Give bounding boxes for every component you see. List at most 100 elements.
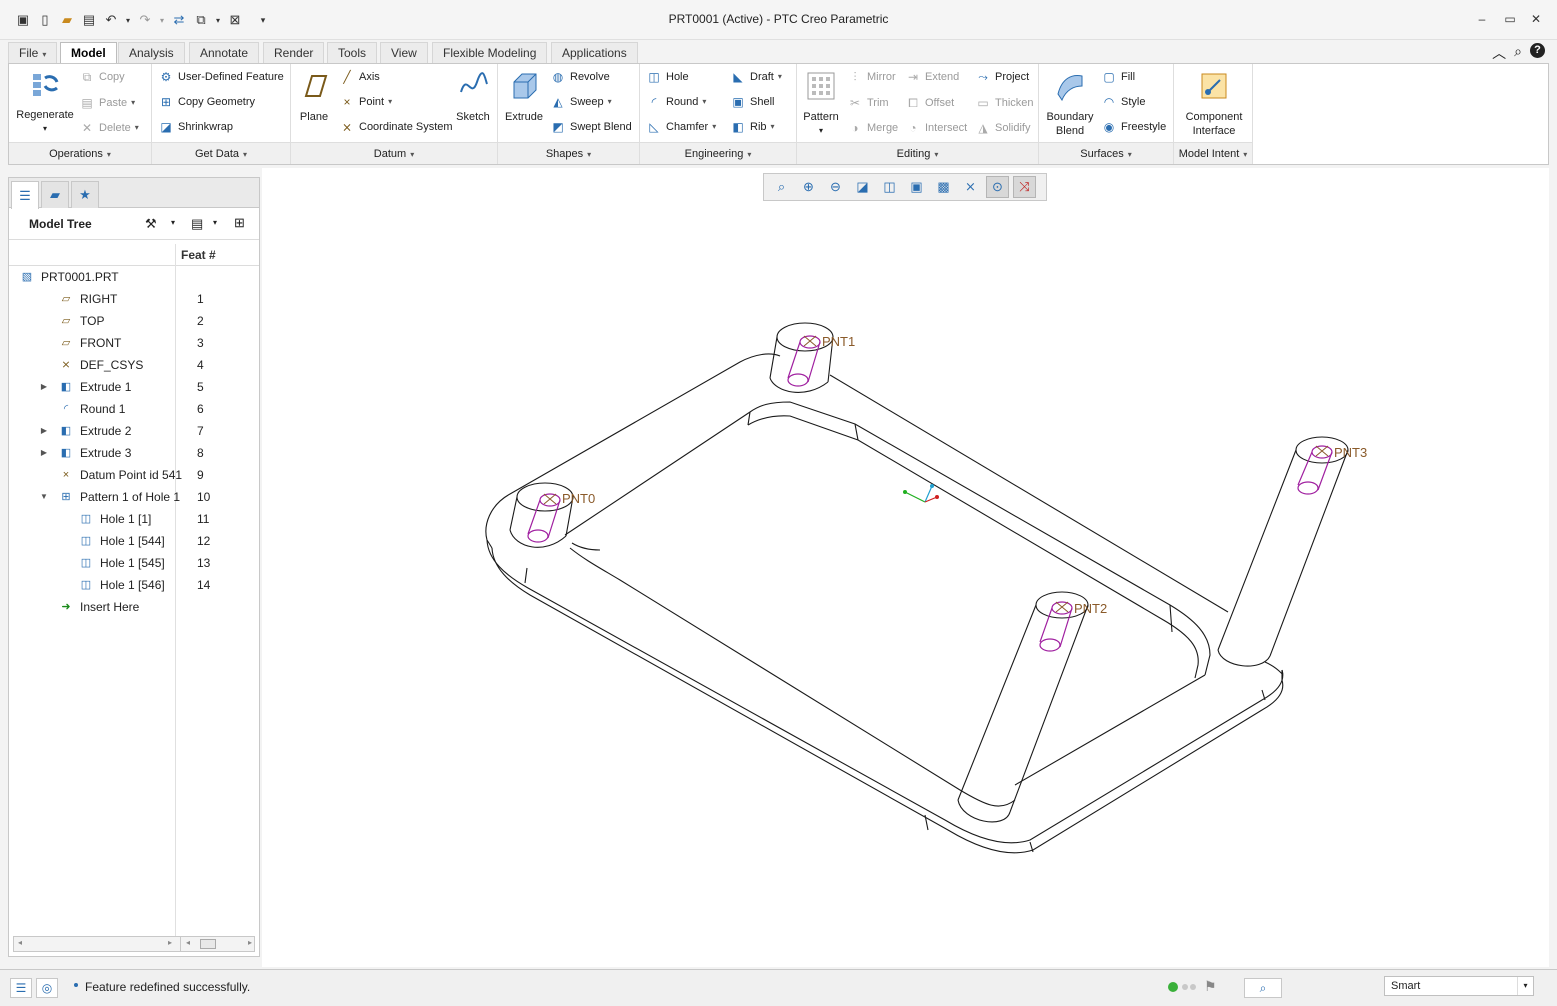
flag-icon[interactable]: ⚑ — [1204, 978, 1217, 995]
regenerate-button[interactable]: Regenerate ▾ — [13, 68, 77, 136]
copy-geometry-button[interactable]: ⊞ Copy Geometry — [158, 93, 255, 111]
display-style-icon[interactable]: ◫ — [878, 176, 901, 198]
copy-button[interactable]: ⧉ Copy — [79, 68, 125, 86]
tree-row[interactable]: ▼ ⊞ Pattern 1 of Hole 1 10 — [9, 486, 259, 508]
project-button[interactable]: ⤳ Project — [975, 68, 1029, 86]
trim-button[interactable]: ✂ Trim — [847, 94, 889, 112]
paste-button[interactable]: ▤ Paste ▾ — [79, 94, 135, 112]
group-datum-label[interactable]: Datum ▾ — [291, 142, 497, 164]
zoom-in-icon[interactable]: ⊕ — [797, 176, 820, 198]
refit-icon[interactable]: ⌕ — [770, 176, 793, 198]
col-feat-number[interactable]: Feat # — [181, 248, 216, 262]
group-shapes-label[interactable]: Shapes ▾ — [498, 142, 639, 164]
label-pnt2[interactable]: PNT2 — [1074, 601, 1107, 616]
round-button[interactable]: ◜ Round ▾ — [646, 93, 707, 111]
tree-columns-dropdown-icon[interactable]: ▾ — [213, 218, 217, 227]
swept-blend-button[interactable]: ◩ Swept Blend — [550, 118, 631, 136]
revolve-button[interactable]: ◍ Revolve — [550, 68, 610, 86]
group-model-intent-label[interactable]: Model Intent ▾ — [1174, 142, 1252, 164]
fill-button[interactable]: ▢ Fill — [1101, 68, 1135, 86]
axis-button[interactable]: ╱ Axis — [339, 68, 379, 86]
tree-row[interactable]: ◫ Hole 1 [546] 14 — [9, 574, 259, 596]
group-engineering-label[interactable]: Engineering ▾ — [640, 142, 796, 164]
model-view[interactable]: PNT0 PNT1 PNT2 PNT3 — [262, 168, 1549, 967]
find-icon[interactable]: ⌕ — [1244, 978, 1282, 998]
solidify-button[interactable]: ◮ Solidify — [975, 119, 1030, 137]
tree-columns-icon[interactable]: ▤ — [191, 216, 203, 232]
help-icon[interactable]: ? — [1530, 43, 1545, 58]
group-editing-label[interactable]: Editing ▾ — [797, 142, 1038, 164]
group-get-data-label[interactable]: Get Data ▾ — [152, 142, 290, 164]
view-manager-icon[interactable]: ▩ — [932, 176, 955, 198]
spin-center-icon[interactable]: ⊙ — [986, 176, 1009, 198]
tree-row[interactable]: ▱ TOP 2 — [9, 310, 259, 332]
sketch-button[interactable]: Sketch — [453, 70, 493, 124]
chamfer-button[interactable]: ◺ Chamfer ▾ — [646, 118, 716, 136]
tree-filter-icon[interactable]: ⊞ — [234, 215, 245, 231]
selection-filter[interactable]: Smart ▾ — [1384, 976, 1534, 996]
plane-button[interactable]: Plane — [295, 70, 333, 124]
tab-annotate[interactable]: Annotate — [189, 42, 260, 64]
tab-file[interactable]: File ▾ — [8, 42, 58, 64]
tab-flexible-modeling[interactable]: Flexible Modeling — [432, 42, 548, 64]
graphics-window[interactable]: PNT0 PNT1 PNT2 PNT3 — [262, 168, 1549, 967]
tree-row[interactable]: ◫ Hole 1 [1] 11 — [9, 508, 259, 530]
minimize-icon[interactable]: ‒ — [1474, 11, 1490, 27]
model-tree-tab-icon[interactable]: ☰ — [11, 181, 39, 209]
component-interface-button[interactable]: Component Interface — [1178, 70, 1250, 138]
maximize-icon[interactable]: ▭ — [1502, 11, 1518, 27]
tree-row[interactable]: ◫ Hole 1 [545] 13 — [9, 552, 259, 574]
hole-button[interactable]: ◫ Hole — [646, 68, 688, 86]
extrude-button[interactable]: Extrude — [502, 70, 546, 124]
tree-row[interactable]: ▶ ◧ Extrude 1 5 — [9, 376, 259, 398]
favorites-tab-icon[interactable]: ★ — [71, 181, 99, 208]
shrinkwrap-button[interactable]: ◪ Shrinkwrap — [158, 118, 233, 136]
tree-settings-icon[interactable]: ⚒ — [145, 216, 157, 232]
mirror-button[interactable]: ⫶ Mirror — [847, 68, 895, 86]
group-operations-label[interactable]: Operations ▾ — [9, 142, 151, 164]
annotation-display-icon[interactable]: ⤨ — [1013, 176, 1036, 198]
label-pnt0[interactable]: PNT0 — [562, 491, 595, 506]
tree-row[interactable]: ▶ ◧ Extrude 2 7 — [9, 420, 259, 442]
tree-row[interactable]: ▧ PRT0001.PRT — [9, 266, 259, 288]
tab-analysis[interactable]: Analysis — [118, 42, 185, 64]
pattern-button[interactable]: Pattern ▾ — [801, 70, 841, 138]
toggle-navigator-icon[interactable]: ☰ — [10, 978, 32, 998]
collapse-ribbon-icon[interactable]: ︿ — [1492, 43, 1506, 63]
tree-horizontal-scrollbar[interactable]: ◂ ▸ ◂ ▸ — [13, 936, 255, 952]
tab-tools[interactable]: Tools — [327, 42, 378, 64]
csys-button[interactable]: ⨯ Coordinate System — [339, 118, 453, 136]
shell-button[interactable]: ▣ Shell — [730, 93, 774, 111]
draft-button[interactable]: ◣ Draft ▾ — [730, 68, 781, 86]
tab-render[interactable]: Render — [263, 42, 325, 64]
zoom-out-icon[interactable]: ⊖ — [824, 176, 847, 198]
style-button[interactable]: ◠ Style — [1101, 93, 1146, 111]
tree-row[interactable]: × Datum Point id 541 9 — [9, 464, 259, 486]
thicken-button[interactable]: ▭ Thicken — [975, 94, 1033, 112]
tree-row[interactable]: ▱ RIGHT 1 — [9, 288, 259, 310]
toggle-browser-icon[interactable]: ◎ — [36, 978, 58, 998]
saved-orientations-icon[interactable]: ▣ — [905, 176, 928, 198]
datum-display-filters-icon[interactable]: ⨯ — [959, 176, 982, 198]
label-pnt3[interactable]: PNT3 — [1334, 445, 1367, 460]
rib-button[interactable]: ◧ Rib ▾ — [730, 118, 774, 136]
expand-icon[interactable]: ▶ — [39, 442, 49, 464]
sweep-button[interactable]: ◭ Sweep ▾ — [550, 93, 611, 111]
tree-row[interactable]: ◜ Round 1 6 — [9, 398, 259, 420]
extend-button[interactable]: ⇥ Extend — [905, 68, 959, 86]
tree-row[interactable]: ▱ FRONT 3 — [9, 332, 259, 354]
tab-applications[interactable]: Applications — [551, 42, 638, 64]
filter-dropdown-icon[interactable]: ▾ — [1517, 977, 1533, 995]
point-button[interactable]: × Point ▾ — [339, 93, 392, 111]
intersect-button[interactable]: ◔ Intersect — [905, 119, 967, 137]
merge-button[interactable]: ◑ Merge — [847, 119, 898, 137]
tree-row[interactable]: ▶ ◧ Extrude 3 8 — [9, 442, 259, 464]
boundary-blend-button[interactable]: Boundary Blend — [1043, 70, 1097, 138]
tree-row[interactable]: ◫ Hole 1 [544] 12 — [9, 530, 259, 552]
tab-view[interactable]: View — [380, 42, 428, 64]
udf-button[interactable]: ⚙ User-Defined Feature — [158, 68, 284, 86]
expand-icon[interactable]: ▶ — [39, 376, 49, 398]
freestyle-button[interactable]: ◉ Freestyle — [1101, 118, 1167, 136]
tree-row[interactable]: ⨯ DEF_CSYS 4 — [9, 354, 259, 376]
tree-settings-dropdown-icon[interactable]: ▾ — [171, 218, 175, 227]
